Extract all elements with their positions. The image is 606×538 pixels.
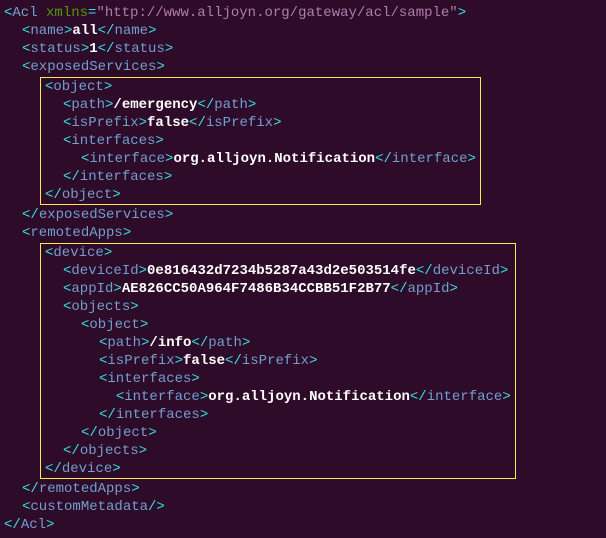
isprefix-value: false xyxy=(183,353,225,369)
xml-line: <name>all</name> xyxy=(22,22,602,40)
appid-value: AE826CC50A964F7486B34CCBB51F2B77 xyxy=(122,281,391,297)
path-value: /info xyxy=(149,335,191,351)
xml-line: <isPrefix>false</isPrefix> xyxy=(45,114,476,132)
xml-line: <interfaces> xyxy=(45,370,511,388)
xml-line: </objects> xyxy=(45,442,511,460)
xml-line: <interfaces> xyxy=(45,132,476,150)
isprefix-value: false xyxy=(147,115,189,131)
name-value: all xyxy=(72,23,97,39)
interface-value: org.alljoyn.Notification xyxy=(173,151,375,167)
xml-line: <deviceId>0e816432d7234b5287a43d2e503514… xyxy=(45,262,511,280)
xml-line: <object> xyxy=(45,316,511,334)
xml-line: <object> xyxy=(45,79,112,95)
xml-line: </exposedServices> xyxy=(22,206,602,224)
highlight-box-exposed: <object> <path>/emergency</path> <isPref… xyxy=(40,77,481,205)
xml-line: <interface>org.alljoyn.Notification</int… xyxy=(45,150,476,168)
xml-line: <status>1</status> xyxy=(22,40,602,58)
xml-line: <path>/info</path> xyxy=(45,334,511,352)
xml-line: <isPrefix>false</isPrefix> xyxy=(45,352,511,370)
xml-line: <interface>org.alljoyn.Notification</int… xyxy=(45,388,511,406)
xml-line: </device> xyxy=(45,461,121,477)
interface-value: org.alljoyn.Notification xyxy=(208,389,410,405)
status-value: 1 xyxy=(89,41,97,57)
xml-line: <exposedServices> xyxy=(22,58,602,76)
xml-line: </interfaces> xyxy=(45,168,476,186)
xml-line: <remotedApps> xyxy=(22,224,602,242)
xml-line: <device> xyxy=(45,245,112,261)
xml-line: </remotedApps> xyxy=(22,480,602,498)
highlight-box-remoted: <device> <deviceId>0e816432d7234b5287a43… xyxy=(40,243,516,479)
deviceid-value: 0e816432d7234b5287a43d2e503514fe xyxy=(147,263,416,279)
xml-line: </Acl> xyxy=(4,516,602,534)
path-value: /emergency xyxy=(113,97,197,113)
xml-line: <path>/emergency</path> xyxy=(45,96,476,114)
attr-value: "http://www.alljoyn.org/gateway/acl/samp… xyxy=(96,5,457,21)
xml-line: </interfaces> xyxy=(45,406,511,424)
xml-line: </object> xyxy=(45,187,121,203)
xml-line: </object> xyxy=(45,424,511,442)
xml-line: <customMetadata/> xyxy=(22,498,602,516)
xml-line: <objects> xyxy=(45,298,511,316)
xml-line: <Acl xmlns="http://www.alljoyn.org/gatew… xyxy=(4,4,602,22)
xml-line: <appId>AE826CC50A964F7486B34CCBB51F2B77<… xyxy=(45,280,511,298)
